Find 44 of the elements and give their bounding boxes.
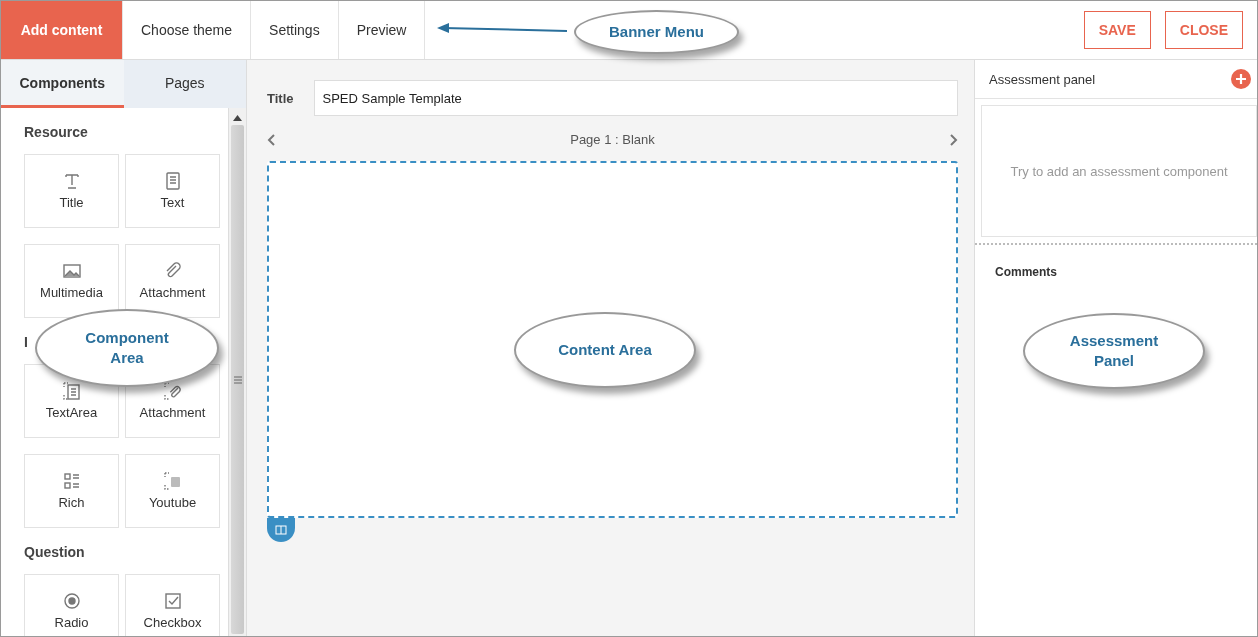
component-tile[interactable]: Title [24,154,119,228]
component-tile[interactable]: Checkbox [125,574,220,636]
section-heading: I [24,334,28,350]
radio-icon [61,591,82,611]
title-field[interactable]: SPED Sample Template [313,80,958,116]
placeholder-text: Try to add an assessment component [1010,163,1228,179]
section-heading: Question [24,544,85,560]
tile-label: Radio [54,615,89,630]
checkbox-icon [162,591,183,611]
scroll-up-icon[interactable] [233,115,242,121]
paperclip-icon [162,381,183,401]
panel-title: Assessment panel [989,71,1096,87]
tile-label: Title [59,195,84,210]
tile-label: Checkbox [143,615,202,630]
tile-label: Rich [58,495,85,510]
chevron-right-icon[interactable] [948,133,958,146]
section-heading: Resource [24,124,88,140]
video-icon [162,471,183,491]
tile-label: Attachment [139,405,206,420]
add-icon[interactable] [1231,69,1251,89]
chevron-left-icon[interactable] [267,133,277,146]
callout-tooltip: Assessment Panel [1023,313,1205,389]
component-tile[interactable]: Radio [24,574,119,636]
callout-tooltip: Banner Menu [574,10,739,54]
component-tile[interactable]: Attachment [125,244,220,318]
component-tile[interactable]: Text [125,154,220,228]
page-label: Page 1 : Blank [570,132,655,147]
columns-icon [275,525,287,535]
tile-label: Youtube [148,495,197,510]
image-icon [61,261,82,281]
comments-heading: Comments [994,264,1058,279]
layout-tab[interactable] [267,518,295,542]
panel-tab[interactable]: Components [1,60,124,108]
tile-label: Attachment [139,285,206,300]
document-icon [61,381,82,401]
field-label: Title [267,90,294,106]
component-tile[interactable]: Youtube [125,454,220,528]
component-tile[interactable]: Multimedia [24,244,119,318]
list-grid-icon [61,471,82,491]
component-tile[interactable]: Rich [24,454,119,528]
tile-label: TextArea [45,405,98,420]
grip-icon [233,375,242,384]
tile-label: Multimedia [40,285,103,300]
tile-label: Text [160,195,185,210]
